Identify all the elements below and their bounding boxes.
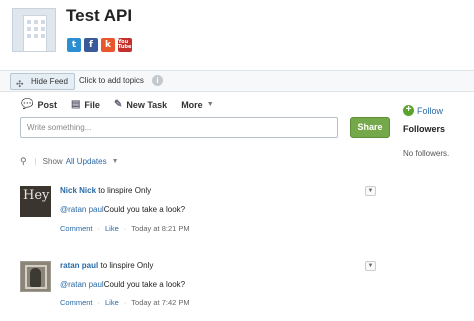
post-composer-input[interactable]: Write something... [20, 117, 338, 138]
task-icon: ✎ [113, 99, 123, 110]
tab-new-task[interactable]: ✎ New Task [114, 99, 167, 110]
post-header: ratan paul to linspire Only [60, 261, 153, 270]
feed-filter: ⚲ | Show All Updates ▼ [20, 156, 119, 167]
klout-icon[interactable]: k [101, 38, 115, 52]
post-timestamp[interactable]: Today at 7:42 PM [131, 298, 189, 307]
show-label: Show [42, 157, 63, 166]
tab-more[interactable]: More ▼ [181, 100, 213, 110]
avatar[interactable]: Hey [20, 186, 51, 217]
post-body: @ratan paulCould you take a look? [60, 205, 185, 214]
post-header: Nick Nick to linspire Only [60, 186, 151, 195]
hide-feed-button[interactable]: ✣ Hide Feed [10, 73, 75, 90]
post-actions: Comment · Like · Today at 8:21 PM [60, 224, 190, 233]
add-topics-link[interactable]: Click to add topics [79, 76, 144, 85]
post-text: Could you take a look? [103, 280, 186, 289]
follow-label: Follow [417, 105, 444, 116]
file-icon: ▤ [70, 99, 81, 110]
page-title: Test API [66, 6, 133, 25]
feed-item: ratan paul to linspire Only @ratan paulC… [20, 261, 376, 309]
like-link[interactable]: Like [105, 224, 119, 233]
twitter-icon[interactable]: t [67, 38, 81, 52]
no-followers-text: No followers. [403, 149, 450, 158]
post-actions: Comment · Like · Today at 7:42 PM [60, 298, 190, 307]
post-timestamp[interactable]: Today at 8:21 PM [131, 224, 189, 233]
author-link[interactable]: Nick Nick [60, 186, 96, 195]
post-target: to linspire Only [98, 186, 152, 195]
divider: | [34, 157, 37, 166]
plus-icon: + [403, 105, 414, 116]
social-links: t f k You Tube [67, 38, 132, 52]
avatar-text: Hey [23, 188, 50, 203]
tab-more-label: More [181, 99, 203, 110]
tab-new-task-label: New Task [126, 99, 168, 110]
building-icon [23, 15, 47, 51]
mention-link[interactable]: @ratan paul [60, 205, 104, 214]
topic-bar: ✣ Hide Feed Click to add topics i [0, 70, 474, 92]
post-icon: 💬 [21, 99, 34, 110]
post-body: @ratan paulCould you take a look? [60, 280, 185, 289]
chevron-down-icon[interactable]: ▼ [112, 158, 119, 165]
info-icon[interactable]: i [152, 75, 163, 86]
mention-link[interactable]: @ratan paul [60, 280, 104, 289]
comment-link[interactable]: Comment [60, 298, 93, 307]
tab-post-label: Post [37, 99, 57, 110]
post-text: Could you take a look? [103, 205, 186, 214]
chevron-down-icon: ▼ [206, 101, 214, 108]
post-target: to linspire Only [100, 261, 154, 270]
avatar[interactable] [20, 261, 51, 292]
author-link[interactable]: ratan paul [60, 261, 98, 270]
post-menu-button[interactable]: ▼ [365, 261, 376, 271]
filter-select[interactable]: All Updates [66, 157, 107, 166]
tab-post[interactable]: 💬 Post [21, 99, 57, 110]
youtube-icon[interactable]: You Tube [118, 38, 132, 52]
like-link[interactable]: Like [105, 298, 119, 307]
followers-heading: Followers [403, 124, 446, 134]
share-button[interactable]: Share [350, 117, 390, 138]
tab-file-label: File [84, 99, 100, 110]
follow-button[interactable]: + Follow [403, 105, 443, 116]
hide-feed-label: Hide Feed [31, 77, 68, 86]
feed-icon: ✣ [16, 79, 24, 89]
post-menu-button[interactable]: ▼ [365, 186, 376, 196]
feed-item: Hey Nick Nick to linspire Only @ratan pa… [20, 186, 376, 234]
comment-link[interactable]: Comment [60, 224, 93, 233]
search-icon[interactable]: ⚲ [20, 156, 27, 167]
group-logo [12, 8, 56, 52]
publisher-tabs: 💬 Post ▤ File ✎ New Task More ▼ [21, 99, 228, 110]
facebook-icon[interactable]: f [84, 38, 98, 52]
tab-file[interactable]: ▤ File [71, 99, 100, 110]
